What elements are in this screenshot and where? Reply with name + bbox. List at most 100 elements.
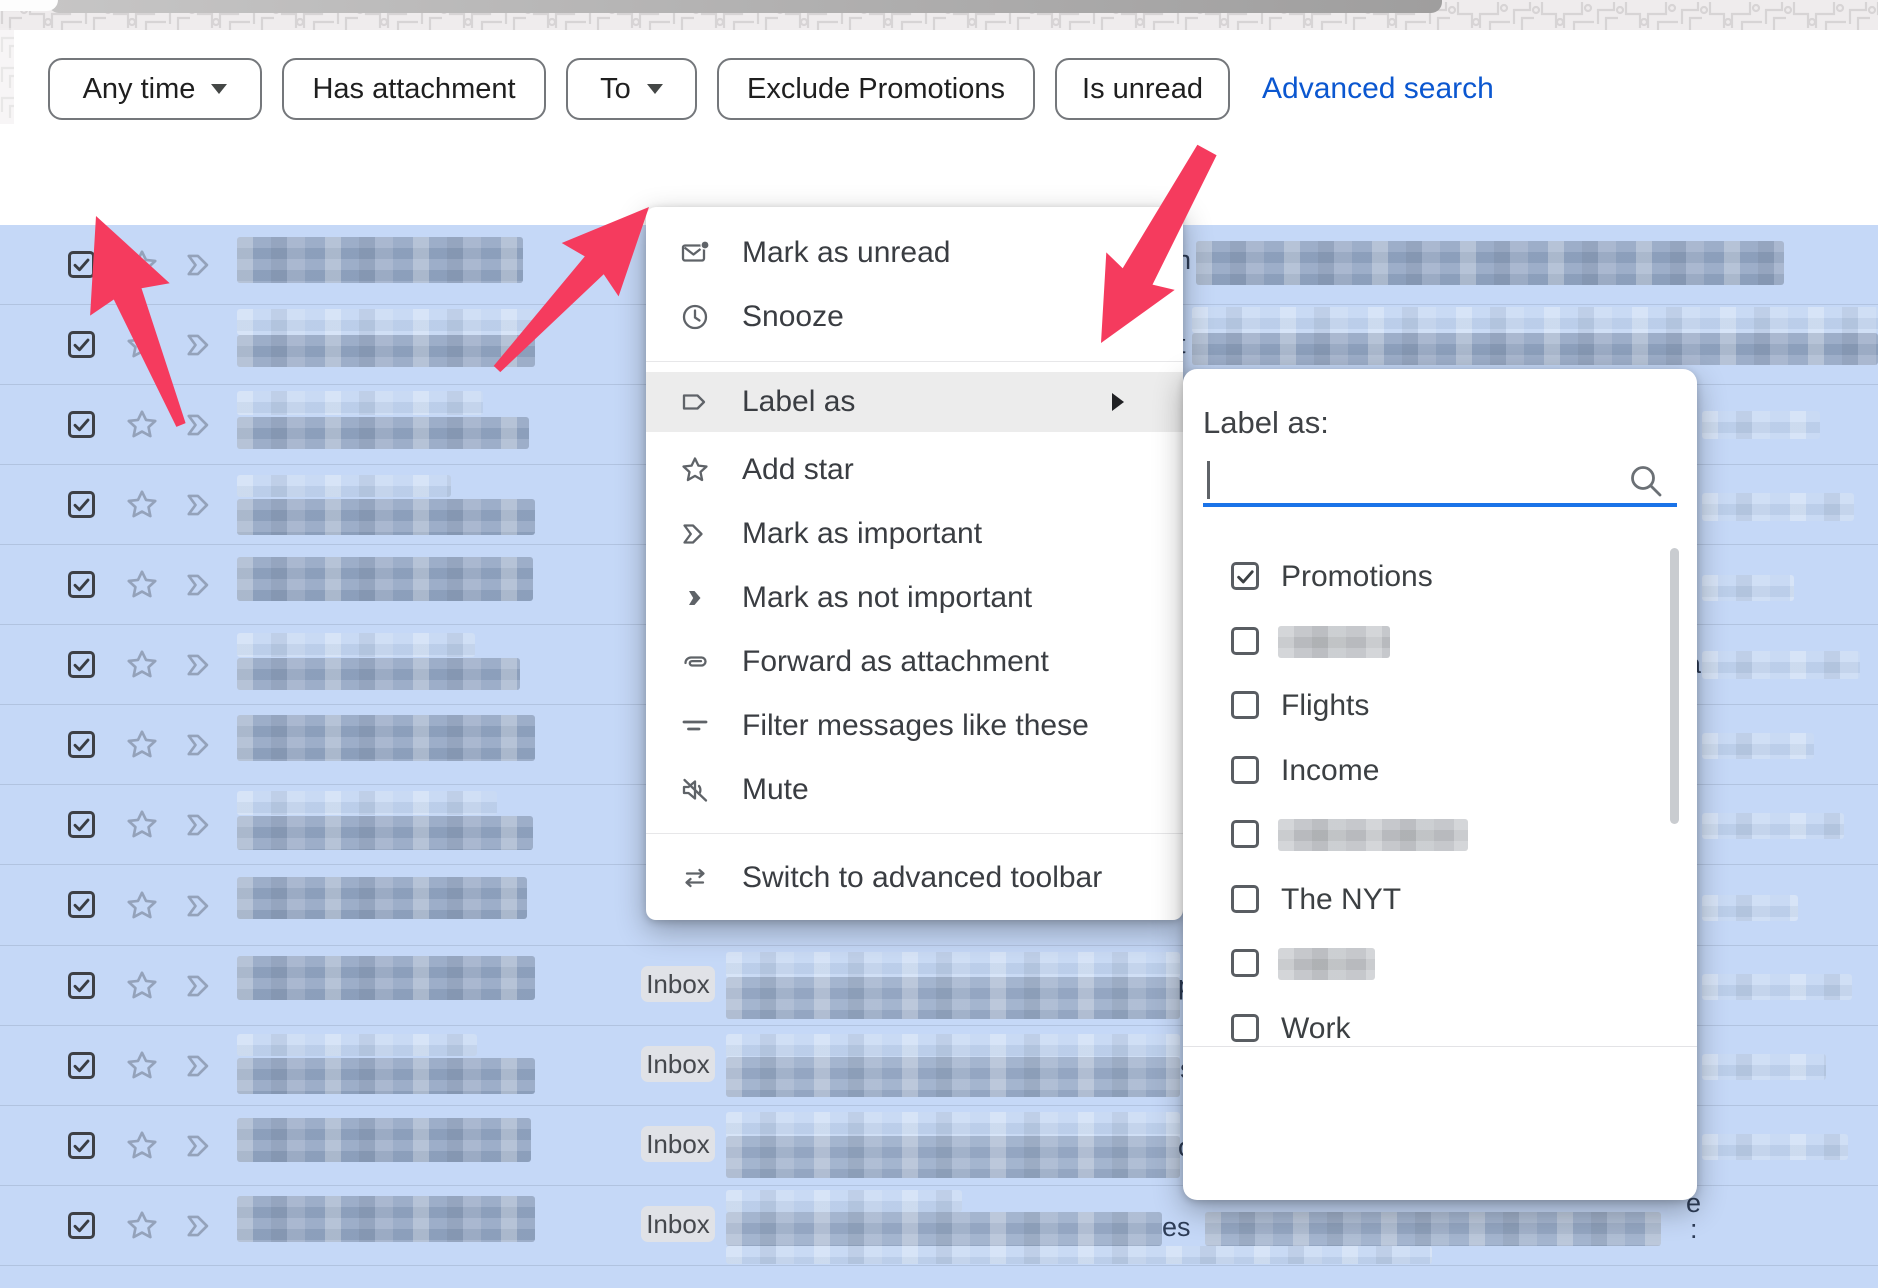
filter-chip-label: To	[600, 73, 631, 106]
redacted-text-block	[726, 1246, 1432, 1264]
importance-marker-icon[interactable]	[183, 890, 217, 922]
redacted-text-block	[1192, 333, 1878, 365]
redacted-text-block	[726, 1112, 1180, 1138]
star-icon[interactable]	[124, 647, 160, 683]
menu-item-label-as[interactable]: Label as	[646, 372, 1183, 432]
importance-marker-icon[interactable]	[183, 729, 217, 761]
redacted-text-block	[726, 977, 1180, 1019]
star-icon[interactable]	[124, 1048, 160, 1084]
star-icon[interactable]	[124, 407, 160, 443]
importance-marker-icon[interactable]	[183, 1050, 217, 1082]
checkbox-checked-icon[interactable]	[1231, 562, 1259, 590]
row-checkbox-checked[interactable]	[68, 891, 95, 918]
advanced-search-link[interactable]: Advanced search	[1262, 72, 1494, 106]
search-underline	[1203, 503, 1677, 507]
label-search-input[interactable]	[1203, 457, 1677, 503]
checkbox-icon[interactable]	[1231, 756, 1259, 784]
label-option-redacted[interactable]	[1183, 610, 1697, 674]
star-icon[interactable]	[124, 807, 160, 843]
label-option-income[interactable]: Income	[1183, 739, 1697, 803]
redacted-text-block	[1702, 733, 1814, 759]
star-icon[interactable]	[124, 327, 160, 363]
star-icon[interactable]	[124, 1128, 160, 1164]
checkbox-icon[interactable]	[1231, 820, 1259, 848]
redacted-text-block	[237, 877, 527, 919]
menu-item-mark-as-unread[interactable]: Mark as unread	[646, 223, 1183, 283]
checkbox-icon[interactable]	[1231, 1014, 1259, 1042]
row-checkbox-checked[interactable]	[68, 1052, 95, 1079]
redacted-text-block	[1702, 575, 1794, 601]
importance-marker-icon[interactable]	[183, 249, 217, 281]
importance-marker-icon[interactable]	[183, 329, 217, 361]
row-checkbox-checked[interactable]	[68, 731, 95, 758]
row-checkbox-checked[interactable]	[68, 491, 95, 518]
row-checkbox-checked[interactable]	[68, 411, 95, 438]
redacted-text-block	[237, 715, 535, 761]
filter-chip-is-unread[interactable]: Is unread	[1055, 58, 1230, 120]
row-checkbox-checked[interactable]	[68, 811, 95, 838]
menu-item-snooze[interactable]: Snooze	[646, 287, 1183, 347]
panel-divider	[1183, 1046, 1697, 1047]
star-icon[interactable]	[124, 968, 160, 1004]
menu-item-add-star[interactable]: Add star	[646, 440, 1183, 500]
filter-chip-label: Has attachment	[312, 73, 515, 106]
menu-item-mark-as-important[interactable]: Mark as important	[646, 504, 1183, 564]
label-option-redacted[interactable]	[1183, 932, 1697, 996]
menu-item-switch-to-advanced-toolbar[interactable]: Switch to advanced toolbar	[646, 848, 1183, 908]
redacted-text-block	[237, 633, 475, 657]
gmail-search-results-screen: Any time Has attachment To Exclude Promotio…	[0, 0, 1878, 1288]
importance-marker-icon[interactable]	[183, 1210, 217, 1242]
importance-marker-icon[interactable]	[183, 649, 217, 681]
label-option-the-nyt[interactable]: The NYT	[1183, 868, 1697, 932]
row-checkbox-checked[interactable]	[68, 972, 95, 999]
star-icon[interactable]	[124, 567, 160, 603]
redacted-text-block	[237, 237, 523, 283]
star-icon[interactable]	[124, 1208, 160, 1244]
menu-item-mark-as-not-important[interactable]: Mark as not important	[646, 568, 1183, 628]
checkbox-icon[interactable]	[1231, 691, 1259, 719]
redacted-text-block	[726, 1136, 1180, 1178]
redacted-text-block	[726, 1057, 1180, 1097]
importance-marker-icon[interactable]	[183, 809, 217, 841]
checkbox-icon[interactable]	[1231, 627, 1259, 655]
star-icon[interactable]	[124, 487, 160, 523]
switch-toolbar-icon	[680, 863, 710, 893]
label-option-redacted[interactable]	[1183, 803, 1697, 867]
row-checkbox-checked[interactable]	[68, 251, 95, 278]
menu-item-filter-messages-like-these[interactable]: Filter messages like these	[646, 696, 1183, 756]
star-icon[interactable]	[124, 727, 160, 763]
email-row-selected[interactable]	[0, 1266, 1878, 1288]
importance-marker-icon[interactable]	[183, 569, 217, 601]
row-checkbox-checked[interactable]	[68, 651, 95, 678]
row-checkbox-checked[interactable]	[68, 331, 95, 358]
label-list-scrollbar[interactable]	[1670, 548, 1679, 824]
star-icon[interactable]	[124, 888, 160, 924]
menu-item-mute[interactable]: Mute	[646, 760, 1183, 820]
row-checkbox-checked[interactable]	[68, 1212, 95, 1239]
star-icon[interactable]	[124, 247, 160, 283]
redacted-label-name	[1278, 626, 1390, 658]
submenu-arrow-icon	[1112, 393, 1124, 411]
filter-chip-any-time[interactable]: Any time	[48, 58, 262, 120]
redacted-text-block	[1196, 241, 1784, 285]
redacted-text-block	[237, 1196, 535, 1242]
row-checkbox-checked[interactable]	[68, 1132, 95, 1159]
checkbox-icon[interactable]	[1231, 885, 1259, 913]
menu-item-forward-as-attachment[interactable]: Forward as attachment	[646, 632, 1183, 692]
importance-marker-icon[interactable]	[183, 970, 217, 1002]
checkbox-icon[interactable]	[1231, 949, 1259, 977]
importance-marker-icon[interactable]	[183, 1130, 217, 1162]
redacted-label-name	[1278, 819, 1468, 851]
importance-marker-icon[interactable]	[183, 489, 217, 521]
redacted-text-fragment: es	[1162, 1212, 1191, 1243]
filter-chip-exclude-promotions[interactable]: Exclude Promotions	[717, 58, 1035, 120]
inbox-label-chip: Inbox	[641, 1126, 715, 1162]
label-name: Promotions	[1281, 560, 1433, 594]
filter-chip-has-attachment[interactable]: Has attachment	[282, 58, 546, 120]
row-checkbox-checked[interactable]	[68, 571, 95, 598]
label-option-work[interactable]: Work	[1183, 997, 1697, 1047]
filter-chip-to[interactable]: To	[566, 58, 697, 120]
label-option-promotions[interactable]: Promotions	[1183, 545, 1697, 609]
label-option-flights[interactable]: Flights	[1183, 674, 1697, 738]
importance-marker-icon[interactable]	[183, 409, 217, 441]
